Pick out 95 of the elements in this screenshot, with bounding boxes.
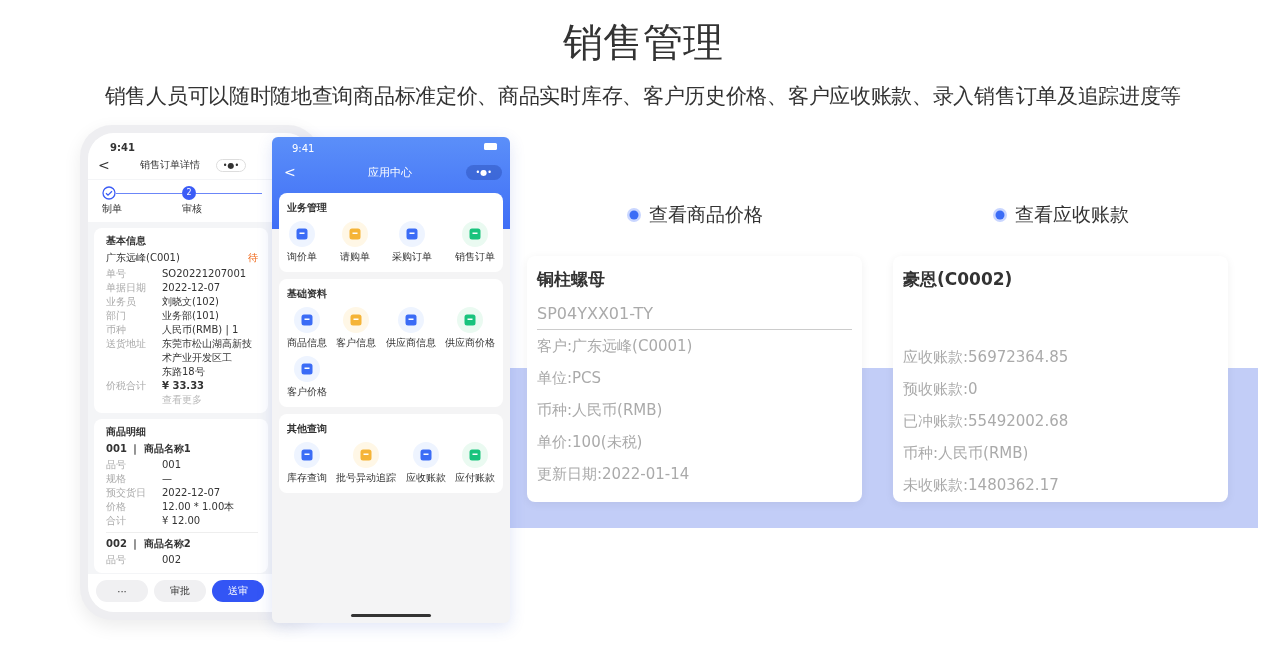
address-line: 东路18号 <box>162 365 206 379</box>
section-heading: 基本信息 <box>106 234 147 248</box>
capsule-button[interactable]: •●• <box>465 164 502 180</box>
app-shortcut[interactable]: 应付账款 <box>455 442 495 485</box>
item-title: 001 ｜ 商品名称1 <box>106 442 192 456</box>
page-subtitle: 销售人员可以随时随地查询商品标准定价、商品实时库存、客户历史价格、客户应收账款、录入销售订单及追踪进度等 <box>104 83 1182 110</box>
card-line: 应收账款:56972364.85 <box>903 347 1070 368</box>
action-button[interactable]: 送审 <box>212 580 264 602</box>
section-heading: 业务管理 <box>287 201 328 215</box>
app-shortcut[interactable]: 销售订单 <box>454 221 495 264</box>
app-icon <box>457 307 483 333</box>
field-label: 合计 <box>106 514 127 528</box>
field-label: 价格 <box>106 500 127 514</box>
app-icon <box>294 442 320 468</box>
card-line: 单位:PCS <box>537 368 603 389</box>
app-shortcut[interactable]: 供应商价格 <box>445 307 495 350</box>
status-label: 待 <box>248 251 258 265</box>
app-shortcut[interactable]: 询价单 <box>287 221 317 264</box>
card-line: 已冲账款:55492002.68 <box>903 411 1070 432</box>
field-value: SO20221207001 <box>162 267 247 281</box>
field-label: 品号 <box>106 458 127 472</box>
app-icon <box>397 307 424 333</box>
field-value: 12.00 * 1.00本 <box>162 500 235 514</box>
step-label: 制单 <box>102 202 123 216</box>
back-button[interactable]: < <box>98 157 110 173</box>
field-label: 部门 <box>106 309 127 323</box>
field-value: ¥ 12.00 <box>162 514 201 528</box>
battery-icon <box>484 143 498 150</box>
app-shortcut[interactable]: 供应商信息 <box>385 307 436 350</box>
app-shortcut[interactable]: 库存查询 <box>287 442 327 485</box>
field-label: 单号 <box>106 267 127 281</box>
card-line: 更新日期:2022-01-14 <box>537 464 691 485</box>
page-title: 销售管理 <box>563 18 723 67</box>
field-value: 2022-12-07 <box>162 486 221 500</box>
card-line: 币种:人民币(RMB) <box>903 443 1030 464</box>
app-shortcut[interactable]: 请购单 <box>339 221 370 264</box>
status-time: 9:41 <box>110 142 135 153</box>
total-value: ¥ 33.33 <box>162 379 205 393</box>
app-icon <box>294 307 320 333</box>
nav-title: 销售订单详情 <box>139 158 200 172</box>
card-line: 预收账款:0 <box>903 379 979 400</box>
feature-label: 查看应收账款 <box>1014 202 1129 227</box>
nav-title: 应用中心 <box>367 164 412 180</box>
app-icon <box>341 221 368 247</box>
field-label: 规格 <box>106 472 127 486</box>
field-value: 001 <box>162 458 182 472</box>
card-line: 未收账款:1480362.17 <box>903 475 1060 496</box>
app-icon <box>289 221 315 247</box>
back-button[interactable]: < <box>284 164 296 180</box>
field-label: 送货地址 <box>106 337 147 351</box>
field-value: 2022-12-07 <box>162 281 221 295</box>
app-shortcut[interactable]: 客户信息 <box>336 307 377 350</box>
field-label: 预交货日 <box>106 486 147 500</box>
field-value: 刘晓文(102) <box>162 295 219 309</box>
section-heading: 基础资料 <box>287 287 328 301</box>
app-shortcut[interactable]: 商品信息 <box>287 307 327 350</box>
field-label: 价税合计 <box>106 379 147 393</box>
item-title: 002 ｜ 商品名称2 <box>106 537 192 551</box>
field-value: 业务部(101) <box>162 309 219 323</box>
app-icon <box>412 442 439 468</box>
card-title: 铜柱螺母 <box>537 268 606 290</box>
card-title: 豪恩(C0002) <box>903 268 1014 290</box>
card-line: 客户:广东远峰(C0001) <box>537 336 694 357</box>
card-line: 单价:100(未税) <box>537 432 644 453</box>
action-button[interactable]: ··· <box>96 580 148 602</box>
app-icon <box>343 307 370 333</box>
section-heading: 其他查询 <box>287 422 328 436</box>
app-icon <box>399 221 426 247</box>
field-label: 业务员 <box>106 295 137 309</box>
card-line: 币种:人民币(RMB) <box>537 400 664 421</box>
app-shortcut[interactable]: 采购订单 <box>392 221 433 264</box>
product-code: SP04YXX01-TY <box>537 304 852 330</box>
app-icon <box>294 356 320 382</box>
step-number: 2 <box>182 186 196 200</box>
action-button[interactable]: 审批 <box>154 580 206 602</box>
field-label: 币种 <box>106 323 127 337</box>
bullet-dot-icon <box>992 208 1007 222</box>
app-icon <box>353 442 380 468</box>
field-label: 品号 <box>106 553 127 567</box>
address-line: 东莞市松山湖高新技术产业开发区工 <box>162 337 253 365</box>
bullet-dot-icon <box>626 208 641 222</box>
app-shortcut[interactable]: 批号异动追踪 <box>336 442 397 485</box>
status-time: 9:41 <box>292 143 315 154</box>
customer-name: 广东远峰(C001) <box>106 251 180 265</box>
app-shortcut[interactable]: 客户价格 <box>287 356 327 399</box>
step-label: 审核 <box>182 202 203 216</box>
field-label: 单据日期 <box>106 281 147 295</box>
feature-label: 查看商品价格 <box>648 202 763 227</box>
field-value: 人民币(RMB) | 1 <box>162 323 239 337</box>
section-heading: 商品明细 <box>106 425 147 439</box>
app-icon <box>461 221 488 247</box>
field-value: — <box>162 472 172 486</box>
field-value: 002 <box>162 553 182 567</box>
app-shortcut[interactable]: 应收账款 <box>405 442 446 485</box>
app-icon <box>462 442 488 468</box>
